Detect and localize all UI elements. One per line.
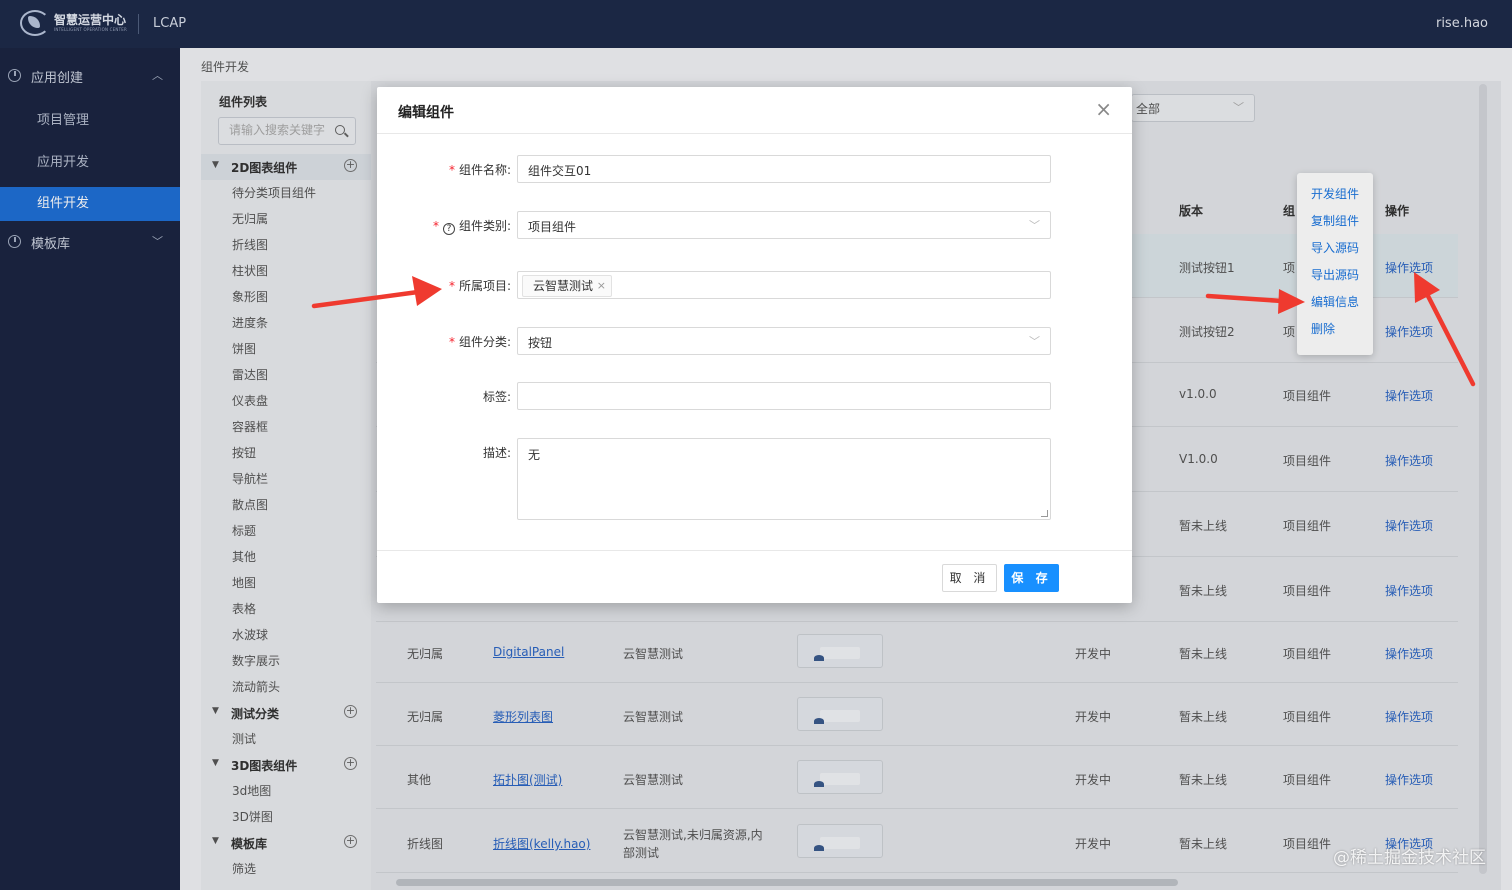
modal-title: 编辑组件: [398, 105, 454, 121]
project-tag-label: 云智慧测试: [533, 279, 594, 293]
required-mark: *: [448, 279, 455, 293]
cancel-button[interactable]: 取 消: [942, 564, 997, 592]
field-label-class-text: 组件分类:: [458, 335, 511, 349]
close-icon[interactable]: ×: [1095, 99, 1112, 119]
required-mark: *: [448, 163, 455, 177]
project-multiselect[interactable]: 云智慧测试 ×: [517, 271, 1051, 299]
required-mark: *: [448, 335, 455, 349]
field-label-type-text: 组件类别:: [458, 219, 511, 233]
watermark: @稀土掘金技术社区: [1333, 848, 1486, 868]
description-textarea[interactable]: 无: [517, 438, 1051, 520]
component-name-input[interactable]: 组件交互01: [517, 155, 1051, 183]
field-label-project-text: 所属项目:: [458, 279, 511, 293]
chevron-down-icon: ﹀: [1029, 335, 1040, 348]
chevron-down-icon: ﹀: [1029, 219, 1040, 232]
resize-handle-icon[interactable]: [1041, 510, 1048, 517]
edit-component-modal: 编辑组件 × * 组件名称: 组件交互01 *? 组件类别: 项目组件 ﹀ * 所属项…: [377, 87, 1132, 603]
description-value: 无: [528, 448, 541, 462]
field-label-name: * 组件名称:: [449, 161, 511, 178]
field-label-project: * 所属项目:: [449, 277, 511, 294]
project-tag: 云智慧测试 ×: [522, 275, 613, 297]
modal-footer-divider: [377, 550, 1132, 551]
component-class-select[interactable]: 按钮 ﹀: [517, 327, 1051, 355]
field-label-description: 描述:: [482, 446, 511, 460]
modal-header-divider: [377, 133, 1132, 134]
field-label-class: * 组件分类:: [449, 333, 511, 350]
tags-input[interactable]: [517, 382, 1051, 410]
question-icon[interactable]: ?: [442, 223, 455, 235]
field-label-name-text: 组件名称:: [458, 163, 511, 177]
field-label-type: *? 组件类别:: [433, 217, 511, 235]
required-mark: *: [432, 219, 439, 233]
component-name-value: 组件交互01: [528, 164, 592, 178]
save-button[interactable]: 保 存: [1004, 564, 1059, 592]
component-class-value: 按钮: [528, 336, 553, 350]
component-type-select[interactable]: 项目组件 ﹀: [517, 211, 1051, 239]
close-icon[interactable]: ×: [597, 276, 606, 296]
component-type-value: 项目组件: [528, 220, 577, 234]
field-label-tags: 标签:: [482, 390, 511, 404]
